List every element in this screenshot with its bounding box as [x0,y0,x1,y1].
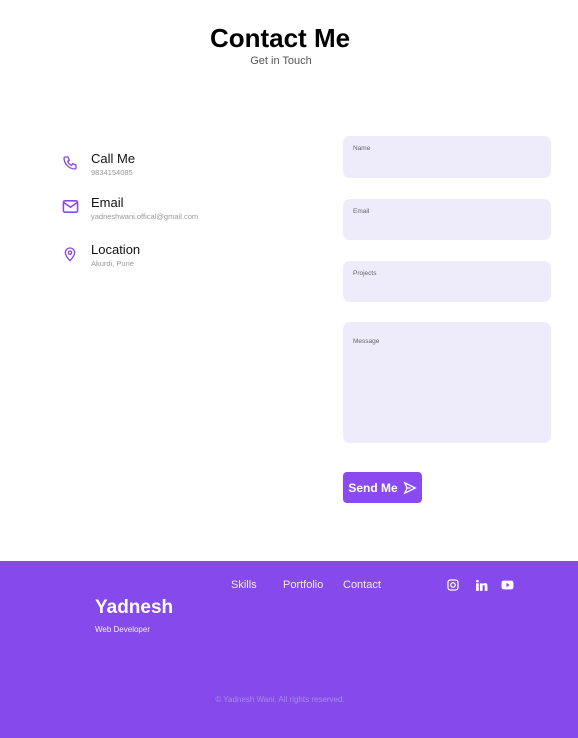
message-placeholder: Message [353,338,380,345]
footer-brand: Yadnesh [95,597,174,618]
page-subtitle: Get in Touch [250,55,312,67]
instagram-icon[interactable] [447,579,459,591]
page-title: Contact Me [209,23,351,53]
send-icon [403,480,417,495]
name-input[interactable]: Name [343,136,551,178]
projects-input[interactable]: Projects [343,261,551,302]
contact-value: Akurdi, Pune [91,259,134,268]
contact-value: yadneshwani.offical@gmail.com [91,212,199,221]
message-textarea[interactable]: Message [343,322,551,443]
email-placeholder: Email [353,208,370,215]
projects-placeholder: Projects [353,270,377,277]
email-input[interactable]: Email [343,199,551,240]
youtube-icon[interactable] [501,579,514,591]
location-icon [64,247,76,262]
copyright: © Yadnesh Wani. All rights reserved. [215,695,345,704]
send-button[interactable]: Send Me [343,472,422,503]
send-label: Send Me [348,480,398,495]
contact-label: Location [91,242,141,257]
footer-nav-contact[interactable]: Contact [343,579,381,591]
footer-nav-portfolio[interactable]: Portfolio [283,579,323,591]
contact-value: 9834154085 [91,168,133,177]
footer-nav-skills[interactable]: Skills [231,579,257,591]
footer-role: Web Developer [95,625,150,634]
contact-label: Email [91,195,124,210]
contact-label: Call Me [91,151,136,166]
footer: Skills Portfolio Contact Yadnesh Web Dev… [0,561,578,738]
name-placeholder: Name [353,145,371,152]
phone-icon [63,156,77,170]
mail-icon [62,200,79,213]
linkedin-icon[interactable] [475,579,488,592]
